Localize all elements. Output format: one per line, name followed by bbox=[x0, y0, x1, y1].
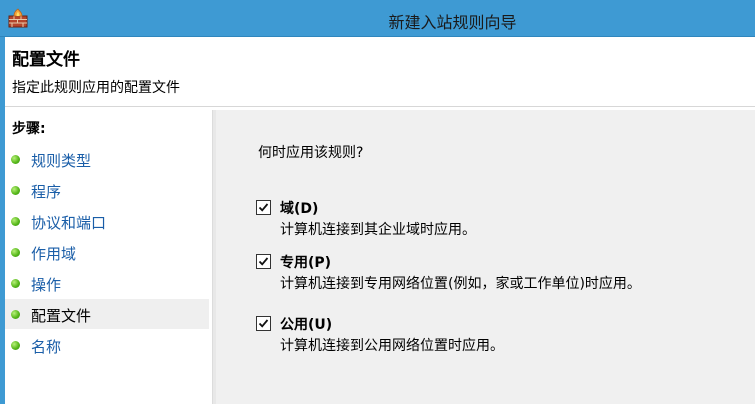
sidebar-item-program[interactable]: 程序 bbox=[5, 175, 209, 205]
page-title: 配置文件 bbox=[12, 50, 80, 70]
green-bullet-icon bbox=[11, 310, 20, 319]
option-label: 公用(U) bbox=[280, 317, 333, 333]
sidebar-item-profile[interactable]: 配置文件 bbox=[5, 299, 209, 329]
green-bullet-icon bbox=[11, 217, 20, 226]
checkmark-icon bbox=[258, 203, 269, 212]
sidebar-item-label: 规则类型 bbox=[31, 152, 92, 170]
sidebar-item-scope[interactable]: 作用域 bbox=[5, 237, 209, 267]
option-label: 域(D) bbox=[280, 201, 319, 217]
sidebar-item-label: 名称 bbox=[31, 338, 62, 356]
sidebar-item-protocol-ports[interactable]: 协议和端口 bbox=[5, 206, 209, 236]
page-subtitle: 指定此规则应用的配置文件 bbox=[12, 80, 180, 96]
sidebar-item-action[interactable]: 操作 bbox=[5, 268, 209, 298]
sidebar-item-name[interactable]: 名称 bbox=[5, 330, 209, 360]
sidebar-item-label: 协议和端口 bbox=[31, 214, 107, 232]
domain-checkbox[interactable] bbox=[256, 200, 271, 215]
option-description: 计算机连接到公用网络位置时应用。 bbox=[280, 338, 504, 354]
sidebar-item-label: 作用域 bbox=[31, 245, 77, 263]
option-public: 公用(U) 计算机连接到公用网络位置时应用。 bbox=[256, 314, 736, 358]
option-private: 专用(P) 计算机连接到专用网络位置(例如，家或工作单位)时应用。 bbox=[256, 252, 736, 296]
window-title: 新建入站规则向导 bbox=[388, 13, 517, 32]
checkmark-icon bbox=[258, 319, 269, 328]
option-description: 计算机连接到其企业域时应用。 bbox=[280, 222, 476, 238]
sidebar-item-label: 配置文件 bbox=[31, 307, 92, 325]
option-domain: 域(D) 计算机连接到其企业域时应用。 bbox=[256, 198, 736, 242]
green-bullet-icon bbox=[11, 279, 20, 288]
page-header: 配置文件 指定此规则应用的配置文件 bbox=[0, 37, 755, 107]
public-checkbox[interactable] bbox=[256, 316, 271, 331]
sidebar-item-label: 程序 bbox=[31, 183, 62, 201]
title-bar: 新建入站规则向导 bbox=[0, 0, 755, 37]
option-label: 专用(P) bbox=[280, 255, 332, 271]
steps-sidebar: 步骤: 规则类型 程序 协议和端口 作用域 操作 配置文件 名称 bbox=[5, 110, 212, 404]
private-checkbox[interactable] bbox=[256, 254, 271, 269]
steps-label: 步骤: bbox=[12, 121, 46, 137]
green-bullet-icon bbox=[11, 155, 20, 164]
green-bullet-icon bbox=[11, 248, 20, 257]
checkmark-icon bbox=[258, 257, 269, 266]
main-content: 何时应用该规则? 域(D) 计算机连接到其企业域时应用。 专用(P) 计算机连接… bbox=[216, 110, 755, 404]
sidebar-item-label: 操作 bbox=[31, 276, 62, 294]
sidebar-item-rule-type[interactable]: 规则类型 bbox=[5, 144, 209, 174]
green-bullet-icon bbox=[11, 341, 20, 350]
green-bullet-icon bbox=[11, 186, 20, 195]
option-description: 计算机连接到专用网络位置(例如，家或工作单位)时应用。 bbox=[280, 276, 641, 292]
question-text: 何时应用该规则? bbox=[258, 145, 364, 161]
